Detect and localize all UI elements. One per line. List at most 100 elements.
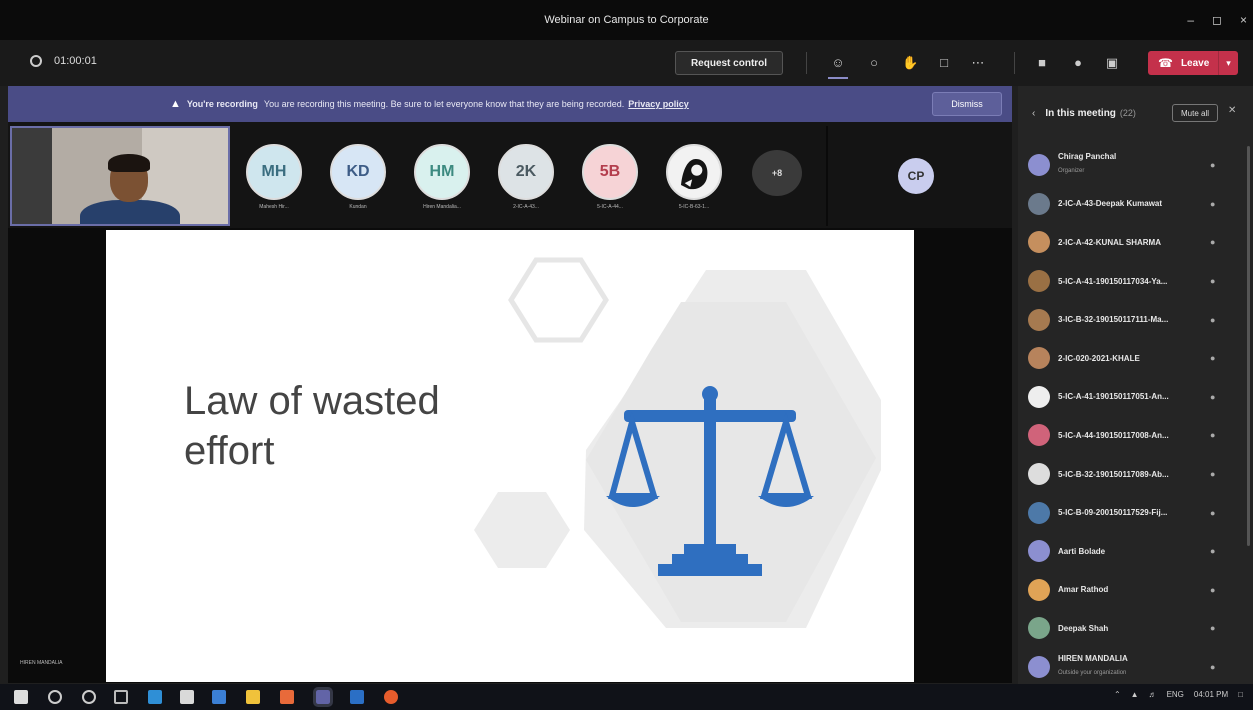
- self-video[interactable]: [10, 126, 230, 226]
- participant-row[interactable]: 5-IC-B-32-190150117089-Ab... ●: [1018, 455, 1253, 494]
- participant-name: 5-IC-A-44...: [597, 204, 623, 210]
- participant-row[interactable]: 2-IC-A-43-Deepak Kumawat ●: [1018, 185, 1253, 224]
- close-icon[interactable]: ×: [1240, 13, 1247, 27]
- mail-icon[interactable]: [212, 690, 226, 704]
- mic-muted-icon[interactable]: ●: [1210, 199, 1215, 209]
- mic-muted-icon[interactable]: ●: [1210, 508, 1215, 518]
- more-participants-button[interactable]: +8: [752, 150, 802, 196]
- mic-muted-icon[interactable]: ●: [1210, 469, 1215, 479]
- participant-row[interactable]: Deepak Shah ●: [1018, 609, 1253, 648]
- mic-muted-icon[interactable]: ●: [1210, 430, 1215, 440]
- leave-button[interactable]: ☎ Leave ▾: [1148, 51, 1238, 75]
- recording-text: You are recording this meeting. Be sure …: [263, 99, 625, 109]
- app-icon[interactable]: [280, 690, 294, 704]
- more-icon[interactable]: ⋯: [970, 55, 986, 71]
- mic-muted-icon[interactable]: ●: [1210, 662, 1215, 672]
- windows-taskbar: ⌃ ▲ ♬ ENG 04:01 PM □: [0, 684, 1253, 710]
- participant-row[interactable]: 5-IC-A-41-190150117051-An... ●: [1018, 378, 1253, 417]
- edge-icon[interactable]: [148, 690, 162, 704]
- participant-row-name: Chirag Panchal: [1058, 152, 1117, 161]
- mic-muted-icon[interactable]: ●: [1210, 392, 1215, 402]
- avatar: [1028, 540, 1050, 563]
- wifi-icon[interactable]: ▲: [1131, 690, 1139, 699]
- recording-title: You're recording: [186, 99, 258, 109]
- mic-icon[interactable]: ●: [1070, 55, 1086, 71]
- participant-row[interactable]: 5-IC-A-41-190150117034-Ya... ●: [1018, 262, 1253, 301]
- mic-muted-icon[interactable]: ●: [1210, 276, 1215, 286]
- participant-avatar[interactable]: 5B: [582, 144, 638, 200]
- firefox-icon[interactable]: [384, 690, 398, 704]
- cortana-icon[interactable]: [82, 690, 96, 704]
- participant-avatar[interactable]: MH: [246, 144, 302, 200]
- mute-all-button[interactable]: Mute all: [1172, 104, 1218, 122]
- participant-avatar[interactable]: KD: [330, 144, 386, 200]
- shield-icon: [30, 55, 42, 67]
- panel-title: In this meeting: [1045, 107, 1116, 119]
- participant-row[interactable]: HIREN MANDALIA Outside your organization ●: [1018, 648, 1253, 687]
- mic-muted-icon[interactable]: ●: [1210, 237, 1215, 247]
- warning-icon: ▲: [170, 98, 181, 110]
- shared-slide: Law of wasted effort: [106, 230, 914, 682]
- avatar-photo-icon: [668, 146, 720, 198]
- phone-icon: ☎: [1158, 56, 1173, 70]
- minimize-icon[interactable]: –: [1187, 13, 1194, 27]
- participant-row[interactable]: 5-IC-B-09-200150117529-Fij... ●: [1018, 493, 1253, 532]
- participant-row-name: 5-IC-A-41-190150117051-An...: [1058, 392, 1169, 402]
- privacy-policy-link[interactable]: Privacy policy: [628, 99, 689, 109]
- participant-row[interactable]: 3-IC-B-32-190150117111-Ma... ●: [1018, 300, 1253, 339]
- participant-name: Mahesh Hir...: [259, 204, 289, 210]
- participant-name: Hiren Mandalia...: [423, 204, 461, 210]
- participant-row[interactable]: 5-IC-A-44-190150117008-An... ●: [1018, 416, 1253, 455]
- presenter-name: HIREN MANDALIA: [20, 660, 63, 666]
- title-bar: Webinar on Campus to Corporate – ◻ ×: [0, 0, 1253, 40]
- dismiss-button[interactable]: Dismiss: [932, 92, 1002, 116]
- store-icon[interactable]: [180, 690, 194, 704]
- panel-scrollbar[interactable]: [1247, 146, 1250, 546]
- participant-row[interactable]: 2-IC-020-2021-KHALE ●: [1018, 339, 1253, 378]
- close-icon[interactable]: ✕: [1228, 105, 1236, 116]
- participant-row[interactable]: Amar Rathod ●: [1018, 571, 1253, 610]
- reaction-icon[interactable]: ✋: [902, 55, 918, 71]
- request-control-button[interactable]: Request control: [675, 51, 783, 75]
- window-controls: – ◻ ×: [1187, 0, 1247, 40]
- avatar: [1028, 192, 1050, 215]
- people-icon[interactable]: ☺: [828, 55, 848, 79]
- notification-icon[interactable]: □: [1238, 690, 1243, 699]
- maximize-icon[interactable]: ◻: [1212, 13, 1222, 27]
- mic-muted-icon[interactable]: ●: [1210, 585, 1215, 595]
- system-tray: ⌃ ▲ ♬ ENG 04:01 PM □: [1114, 690, 1243, 699]
- mic-muted-icon[interactable]: ●: [1210, 315, 1215, 325]
- chevron-up-icon[interactable]: ⌃: [1114, 690, 1121, 699]
- chevron-down-icon[interactable]: ▾: [1218, 51, 1238, 75]
- clock[interactable]: 04:01 PM: [1194, 690, 1228, 699]
- mic-muted-icon[interactable]: ●: [1210, 160, 1215, 170]
- file-explorer-icon[interactable]: [246, 690, 260, 704]
- leave-label: Leave: [1180, 57, 1210, 69]
- participant-row[interactable]: Aarti Bolade ●: [1018, 532, 1253, 571]
- share-icon[interactable]: ▣: [1104, 55, 1120, 71]
- mic-muted-icon[interactable]: ●: [1210, 623, 1215, 633]
- language-indicator[interactable]: ENG: [1167, 690, 1184, 699]
- participant-row[interactable]: Chirag Panchal Organizer ●: [1018, 146, 1253, 185]
- participant-avatar-cp[interactable]: CP: [898, 158, 934, 194]
- volume-icon[interactable]: ♬: [1149, 690, 1157, 699]
- avatar-initials: HM: [429, 163, 455, 180]
- participant-avatar-photo[interactable]: [666, 144, 722, 200]
- word-icon[interactable]: [350, 690, 364, 704]
- participant-row[interactable]: 2-IC-A-42-KUNAL SHARMA ●: [1018, 223, 1253, 262]
- mic-muted-icon[interactable]: ●: [1210, 353, 1215, 363]
- chevron-left-icon[interactable]: ‹: [1032, 108, 1035, 119]
- search-icon[interactable]: [48, 690, 62, 704]
- windows-start-icon[interactable]: [14, 690, 28, 704]
- participant-avatar[interactable]: HM: [414, 144, 470, 200]
- camera-icon[interactable]: ■: [1034, 55, 1050, 71]
- rooms-icon[interactable]: □: [936, 55, 952, 71]
- participant-row-role: Organizer: [1058, 168, 1085, 174]
- task-view-icon[interactable]: [114, 690, 128, 704]
- mic-muted-icon[interactable]: ●: [1210, 546, 1215, 556]
- participant-avatar[interactable]: 2K: [498, 144, 554, 200]
- chat-icon[interactable]: ○: [866, 55, 882, 71]
- teams-icon[interactable]: [313, 687, 333, 707]
- video-person-hair: [108, 154, 150, 172]
- avatar-initials: KD: [346, 163, 370, 180]
